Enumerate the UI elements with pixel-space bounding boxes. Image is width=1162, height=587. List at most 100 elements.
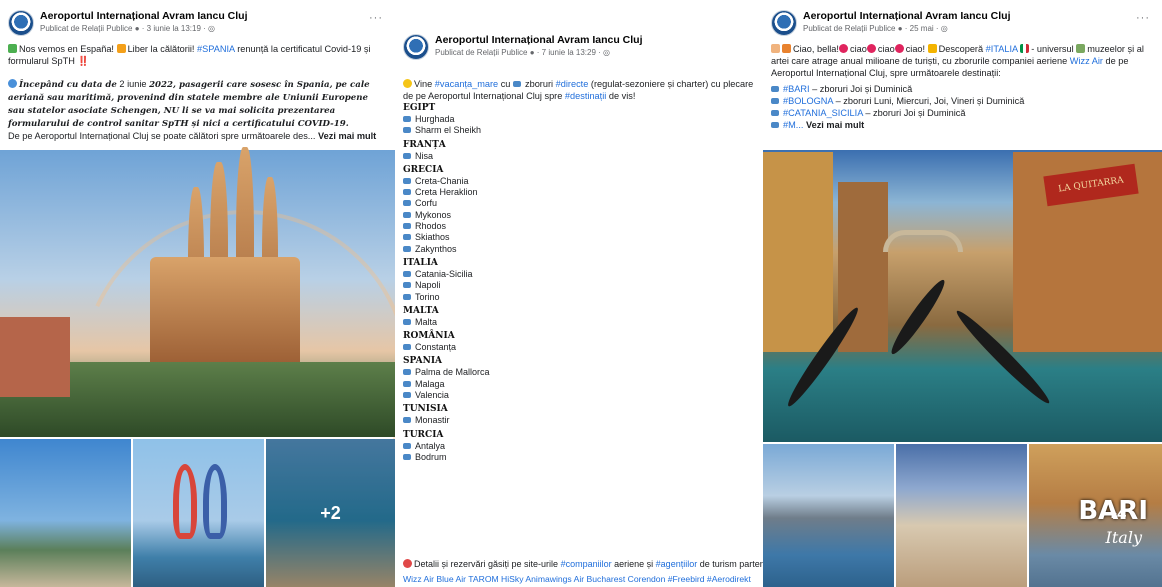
pizza-emoji-icon: [782, 44, 791, 53]
plane-icon: [403, 223, 411, 230]
post-header: Aeroportul Internațional Avram Iancu Clu…: [771, 8, 1154, 38]
palm-tree-photo[interactable]: [0, 439, 131, 587]
page-name-link[interactable]: Aeroportul Internațional Avram Iancu Clu…: [40, 10, 248, 22]
destination-item: Skiathos: [403, 232, 763, 243]
bari-photo[interactable]: BARI Italy +4: [1029, 444, 1162, 587]
page-avatar[interactable]: [771, 10, 797, 36]
hashtag-link[interactable]: #vacanța_mare: [435, 79, 498, 89]
plane-icon: [403, 177, 411, 184]
post-text-line3: De pe Aeroportul Internațional Cluj se p…: [8, 131, 377, 141]
hashtag-link[interactable]: #BARI: [783, 84, 810, 94]
hashtag-link[interactable]: #companiilor: [561, 559, 612, 569]
plane-icon: [512, 81, 521, 87]
gondola-middle: [886, 276, 950, 358]
page-name-link[interactable]: Aeroportul Internațional Avram Iancu Clu…: [435, 34, 643, 46]
hashtag-link[interactable]: #agențiilor: [656, 559, 698, 569]
bari-subtitle: Italy: [1105, 528, 1142, 547]
plane-icon: [771, 122, 779, 128]
hashtag-link[interactable]: #CATANIA_SICILIA: [783, 108, 863, 118]
destination-item: Creta Heraklion: [403, 187, 763, 198]
bridge: [883, 230, 963, 252]
hashtag-link[interactable]: #ITALIA: [986, 44, 1018, 54]
post-intro-text: Vine #vacanța_mare cu zboruri #directe (…: [403, 79, 754, 101]
destination-item: Zakynthos: [403, 244, 763, 255]
catania-photo[interactable]: [763, 444, 894, 587]
plane-icon: [403, 453, 411, 460]
plane-icon: [403, 245, 411, 252]
country-heading: TUNISIA: [403, 404, 448, 415]
post-meta: Publicat de Relații Publice ● · 7 iunie …: [435, 48, 611, 57]
post-header: Aeroportul Internațional Avram Iancu Clu…: [403, 32, 755, 62]
post-footer-text: Detalii și rezervări găsiți pe site-uril…: [403, 559, 763, 570]
celebration-emoji-icon: [116, 44, 126, 53]
hashtag-link[interactable]: #BOLOGNA: [783, 96, 833, 106]
route-truncated: #M... Vezi mai mult: [771, 119, 1154, 131]
plane-icon: [403, 127, 411, 134]
check-emoji-icon: [8, 44, 17, 53]
plane-icon: [403, 116, 411, 122]
country-heading: EGIPT: [403, 103, 436, 113]
country-heading: GRECIA: [403, 164, 444, 175]
route-item: #CATANIA_SICILIA – zboruri Joi și Dumini…: [771, 107, 1154, 119]
page-avatar[interactable]: [403, 34, 429, 60]
photo-grid: +2: [0, 439, 395, 587]
post-italy: Aeroportul Internațional Avram Iancu Clu…: [763, 0, 1162, 587]
destination-item: Hurghada: [403, 114, 763, 125]
plane-icon: [403, 392, 411, 399]
destination-item: Napoli: [403, 280, 763, 291]
hashtag-link[interactable]: #directe: [556, 79, 589, 89]
wizz-air-link[interactable]: Wizz Air: [1070, 56, 1103, 66]
heart-emoji-icon: [894, 44, 904, 53]
routes-list: #BARI – zboruri Joi și Duminică #BOLOGNA …: [771, 83, 1154, 119]
page-avatar[interactable]: [8, 10, 34, 36]
plane-icon: [403, 234, 411, 241]
destination-item: Torino: [403, 292, 763, 303]
wave-emoji-icon: [771, 44, 780, 53]
country-heading: TURCIA: [403, 429, 444, 440]
destination-item: Catania-Sicilia: [403, 269, 763, 280]
plane-icon: [771, 98, 779, 104]
destination-item: Malaga: [403, 379, 763, 390]
hashtag-link[interactable]: #M...: [783, 120, 803, 130]
destination-item: Mykonos: [403, 210, 763, 221]
plane-icon: [403, 369, 411, 376]
destination-item: Palma de Mallorca: [403, 367, 763, 378]
plane-icon: [771, 86, 779, 92]
destination-item: Rhodos: [403, 221, 763, 232]
partner-links[interactable]: Wizz Air Blue Air TAROM HiSky Animawings…: [403, 574, 763, 584]
plane-icon: [403, 318, 411, 325]
plane-icon: [403, 293, 411, 300]
route-item: #BARI – zboruri Joi și Duminică: [771, 83, 1154, 95]
italy-flag-icon: [1020, 44, 1030, 53]
flamingo-sculpture-photo[interactable]: [133, 439, 264, 587]
country-heading: FRANȚA: [403, 139, 446, 150]
more-photos-thumb[interactable]: +2: [266, 439, 395, 587]
destination-item: Valencia: [403, 390, 763, 401]
post-header: Aeroportul Internațional Avram Iancu Clu…: [8, 8, 387, 38]
venice-canal-image[interactable]: LA QUITARRA: [763, 150, 1162, 442]
hashtag-link[interactable]: #SPANIA: [197, 44, 235, 54]
more-options-icon[interactable]: ···: [1136, 12, 1150, 24]
see-more-link[interactable]: Vezi mai mult: [318, 131, 376, 141]
plane-icon: [403, 417, 411, 424]
more-options-icon[interactable]: ···: [369, 12, 383, 24]
destination-item: Constanța: [403, 342, 763, 353]
plane-icon: [403, 282, 411, 289]
plane-icon: [403, 270, 411, 277]
plane-icon: [403, 189, 411, 196]
route-item: #BOLOGNA – zboruri Luni, Miercuri, Joi, …: [771, 95, 1154, 107]
building-left: [0, 317, 70, 397]
destination-item: Nisa: [403, 151, 763, 162]
photo-grid: BARI Italy +4: [763, 444, 1162, 587]
see-more-link[interactable]: Vezi mai mult: [806, 120, 864, 130]
more-photos-count[interactable]: +2: [266, 439, 395, 587]
plane-icon: [771, 110, 779, 116]
page-name-link[interactable]: Aeroportul Internațional Avram Iancu Clu…: [803, 10, 1011, 22]
plane-icon: [403, 200, 411, 207]
more-photos-count[interactable]: +4: [1108, 506, 1126, 524]
milan-cathedral-photo[interactable]: [896, 444, 1027, 587]
destination-item: Malta: [403, 317, 763, 328]
sagrada-familia-image[interactable]: [0, 147, 395, 587]
destination-item: Sharm el Sheikh: [403, 125, 763, 136]
destination-item: Creta-Chania: [403, 176, 763, 187]
